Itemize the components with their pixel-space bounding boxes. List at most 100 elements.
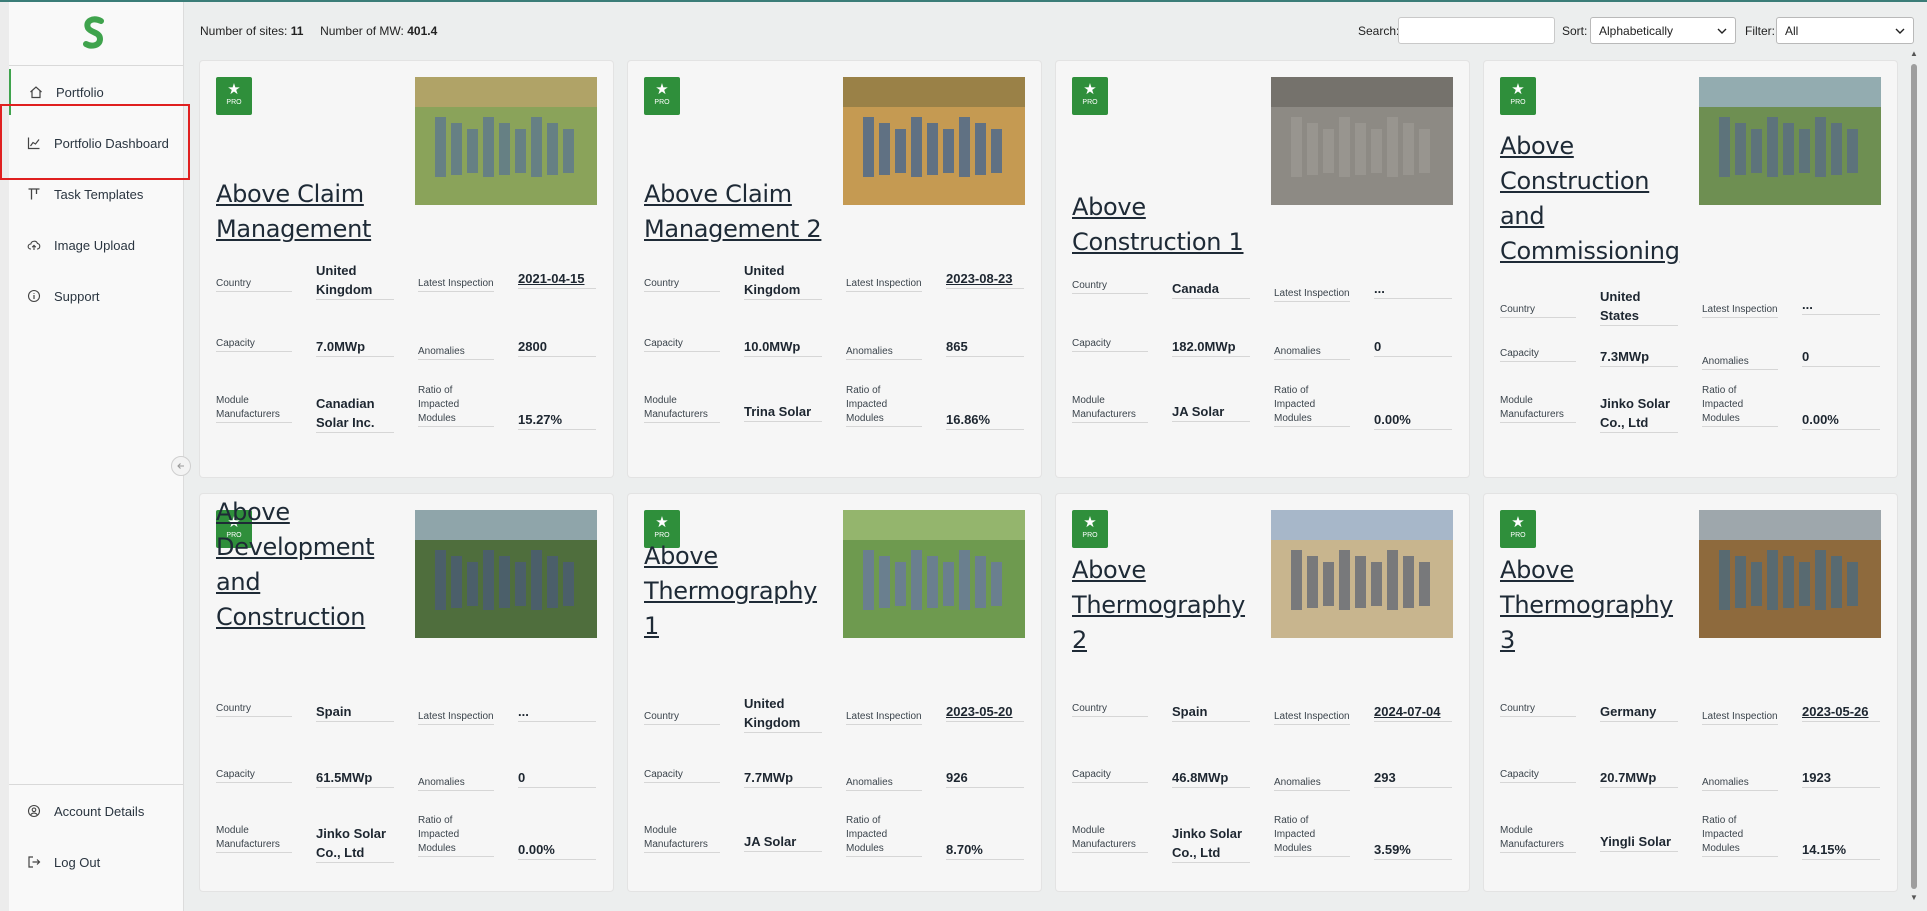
scroll-up-arrow-icon[interactable]: ▲ — [1910, 50, 1918, 58]
field-value-country: Canada — [1172, 279, 1250, 299]
field-label: Module Manufacturers — [216, 824, 292, 853]
sidebar-item-account-details[interactable]: Account Details — [9, 788, 183, 834]
field-label: Ratio of Impacted Modules — [846, 384, 922, 427]
field-value-capacity: 46.8MWp — [1172, 768, 1250, 788]
field-value-country: Spain — [1172, 702, 1250, 722]
site-thumbnail — [843, 77, 1025, 205]
chart-icon — [26, 135, 42, 151]
sort-selected-value: Alphabetically — [1599, 23, 1674, 38]
field-value-country: United States — [1600, 287, 1678, 326]
field-value-inspection[interactable]: 2024-07-04 — [1374, 702, 1452, 722]
field-value-ratio: 0.00% — [518, 840, 596, 860]
field-label: Module Manufacturers — [1072, 394, 1148, 423]
site-title-link[interactable]: Above Thermography 2 — [1072, 553, 1252, 658]
site-title-link[interactable]: Above Thermography 3 — [1500, 553, 1680, 658]
site-thumbnail — [843, 510, 1025, 638]
field-value-inspection[interactable]: 2023-05-26 — [1802, 702, 1880, 722]
star-icon: ★ — [1083, 514, 1097, 531]
user-circle-icon — [26, 803, 42, 819]
field-label: Latest Inspection — [846, 710, 922, 725]
sidebar-item-label: Image Upload — [54, 237, 135, 253]
field-value-capacity: 10.0MWp — [744, 337, 822, 357]
top-accent-line — [0, 0, 1927, 2]
pro-badge: ★ PRO — [644, 77, 680, 115]
sidebar-item-image-upload[interactable]: Image Upload — [9, 222, 183, 268]
pro-badge: ★ PRO — [1072, 77, 1108, 115]
search-input[interactable] — [1398, 17, 1555, 44]
star-icon: ★ — [1083, 81, 1097, 98]
sidebar-item-label: Portfolio Dashboard — [54, 135, 169, 151]
sidebar-item-portfolio[interactable]: Portfolio — [9, 69, 185, 115]
field-value-ratio: 8.70% — [946, 840, 1024, 860]
field-label: Anomalies — [1274, 776, 1350, 791]
sidebar-item-support[interactable]: Support — [9, 273, 183, 319]
site-card[interactable]: ★ PRO Above Thermography 3 Country Germany La… — [1484, 494, 1897, 891]
field-value-manufacturer: Jinko Solar Co., Ltd — [316, 824, 394, 863]
star-icon: ★ — [1511, 514, 1525, 531]
field-value-ratio: 15.27% — [518, 410, 596, 430]
field-value-country: United Kingdom — [744, 694, 822, 733]
field-label: Capacity — [1500, 347, 1576, 362]
site-card[interactable]: ★ PRO Above Construction 1 Country Canada Lat… — [1056, 61, 1469, 477]
sort-select[interactable]: Alphabetically — [1590, 17, 1736, 44]
field-label: Country — [644, 710, 720, 725]
s-logo-icon[interactable] — [82, 16, 106, 50]
field-value-country: United Kingdom — [744, 261, 822, 300]
site-card[interactable]: ★ PRO Above Thermography 1 Country United Ki… — [628, 494, 1041, 891]
site-card[interactable]: ★ PRO Above Thermography 2 Country Spain Late… — [1056, 494, 1469, 891]
pro-badge: ★ PRO — [1500, 77, 1536, 115]
field-label: Latest Inspection — [1702, 303, 1778, 318]
field-label: Capacity — [216, 337, 292, 352]
field-value-anomalies: 1923 — [1802, 768, 1880, 788]
field-value-inspection[interactable]: 2023-08-23 — [946, 269, 1024, 289]
site-title-link[interactable]: Above Claim Management — [216, 177, 396, 247]
field-value-capacity: 7.7MWp — [744, 768, 822, 788]
sidebar-item-log-out[interactable]: Log Out — [9, 839, 183, 885]
field-value-anomalies: 293 — [1374, 768, 1452, 788]
site-title-link[interactable]: Above Thermography 1 — [644, 539, 824, 644]
pro-label: PRO — [654, 99, 670, 106]
site-thumbnail — [415, 510, 597, 638]
sidebar-item-portfolio-dashboard[interactable]: Portfolio Dashboard — [9, 120, 183, 166]
field-value-ratio: 0.00% — [1802, 410, 1880, 430]
sidebar-divider — [9, 784, 183, 785]
field-value-manufacturer: JA Solar — [744, 832, 822, 852]
field-value-country: Spain — [316, 702, 394, 722]
sidebar-item-label: Portfolio — [56, 84, 104, 100]
site-title-link[interactable]: Above Claim Management 2 — [644, 177, 824, 247]
field-value-anomalies: 0 — [1374, 337, 1452, 357]
pro-label: PRO — [1510, 532, 1526, 539]
site-card[interactable]: ★ PRO Above Claim Management 2 Country Unite… — [628, 61, 1041, 477]
sidebar-gutter — [0, 2, 9, 911]
sidebar-item-task-templates[interactable]: Task Templates — [9, 171, 183, 217]
filter-select[interactable]: All — [1776, 17, 1914, 44]
field-value-manufacturer: JA Solar — [1172, 402, 1250, 422]
collapse-sidebar-button[interactable] — [171, 456, 191, 476]
logout-icon — [26, 854, 42, 870]
field-label: Anomalies — [1702, 776, 1778, 791]
sidebar-divider — [9, 65, 183, 66]
field-value-inspection[interactable]: 2023-05-20 — [946, 702, 1024, 722]
site-card[interactable]: ★ PRO Above Construction and Commissioning… — [1484, 61, 1897, 477]
field-value-country: United Kingdom — [316, 261, 394, 300]
portfolio-stats: Number of sites: 11 Number of MW: 401.4 — [200, 24, 437, 38]
star-icon: ★ — [655, 514, 669, 531]
field-label: Country — [216, 277, 292, 292]
field-value-ratio: 16.86% — [946, 410, 1024, 430]
site-card[interactable]: ★ PRO Above Development and Construction Co… — [200, 494, 613, 891]
field-value-ratio: 0.00% — [1374, 410, 1452, 430]
info-icon — [26, 288, 42, 304]
site-title-link[interactable]: Above Construction 1 — [1072, 190, 1252, 260]
site-title-link[interactable]: Above Construction and Commissioning — [1500, 129, 1680, 269]
field-value-ratio: 3.59% — [1374, 840, 1452, 860]
field-value-manufacturer: Trina Solar — [744, 402, 822, 422]
sort-label: Sort: — [1562, 24, 1588, 38]
field-label: Latest Inspection — [1274, 287, 1350, 302]
scroll-down-arrow-icon[interactable]: ▼ — [1910, 894, 1918, 902]
field-value-anomalies: 0 — [518, 768, 596, 788]
field-value-inspection[interactable]: 2021-04-15 — [518, 269, 596, 289]
site-card[interactable]: ★ PRO Above Claim Management Country United … — [200, 61, 613, 477]
site-title-link[interactable]: Above Development and Construction — [216, 495, 396, 635]
vertical-scrollbar[interactable]: ▲ ▼ — [1908, 48, 1920, 904]
scrollbar-thumb[interactable] — [1911, 64, 1917, 889]
